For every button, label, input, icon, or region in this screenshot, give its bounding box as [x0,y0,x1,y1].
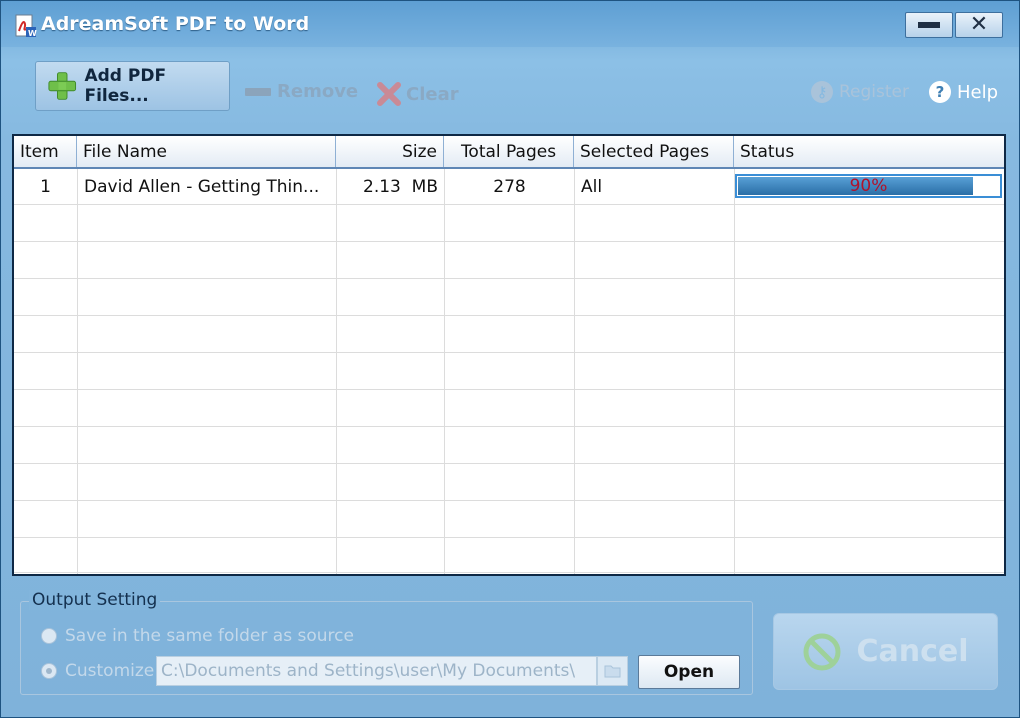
plus-icon [48,72,77,100]
progress-text: 90% [849,176,888,196]
column-header-item[interactable]: Item [14,136,77,167]
register-label: Register [839,82,909,102]
grid-line [14,426,1004,427]
cell-total-pages[interactable]: 278 [445,169,574,206]
column-header-selected-pages[interactable]: Selected Pages [574,136,734,167]
help-label: Help [957,81,999,103]
cell-size[interactable]: 2.13 MB [337,169,444,206]
status-progress-bar: 90% [735,174,1002,198]
register-button[interactable]: ⚷ Register [811,81,909,103]
title-bar[interactable]: W AdreamSoft PDF to Word ✕ [1,1,1019,47]
close-button[interactable]: ✕ [955,12,1003,38]
grid-line [77,169,78,574]
cancel-icon [803,633,841,670]
close-icon: ✕ [969,12,989,37]
add-pdf-files-button[interactable]: Add PDF Files... [35,61,230,111]
radio-customize-circle[interactable] [41,663,57,679]
grid-line [14,352,1004,353]
browse-folder-button[interactable] [597,656,628,686]
cell-file-name[interactable]: David Allen - Getting Thin... [78,169,336,206]
grid-line [14,463,1004,464]
folder-open-icon [604,665,620,678]
key-icon: ⚷ [811,81,833,103]
output-setting-legend: Output Setting [29,590,161,610]
help-icon: ? [929,81,951,103]
clear-x-icon [377,82,401,106]
output-path-input[interactable]: C:\Documents and Settings\user\My Docume… [156,656,597,686]
cancel-button[interactable]: Cancel [773,613,998,690]
grid-line [14,241,1004,242]
clear-button[interactable]: Clear [376,81,459,107]
help-button[interactable]: ? Help [929,81,998,103]
grid-line [14,500,1004,501]
cell-selected-pages[interactable]: All [575,169,734,206]
svg-text:W: W [28,29,37,38]
radio-same-folder-circle[interactable] [41,628,57,644]
grid-line [14,389,1004,390]
grid-line [574,169,575,574]
window-title: AdreamSoft PDF to Word [41,13,310,35]
remove-button[interactable]: Remove [245,81,358,102]
grid-line [734,169,735,574]
column-header-size[interactable]: Size [336,136,444,167]
radio-same-folder[interactable]: Save in the same folder as source [41,626,354,646]
grid-line [14,537,1004,538]
add-pdf-files-label: Add PDF Files... [84,66,167,106]
clear-label: Clear [406,83,459,105]
table-header: Item File Name Size Total Pages Selected… [14,136,1004,169]
app-window: W AdreamSoft PDF to Word ✕ Add PDF Files… [0,0,1020,718]
cancel-label: Cancel [856,634,969,669]
grid-line [14,278,1004,279]
column-header-total-pages[interactable]: Total Pages [444,136,574,167]
grid-line [336,169,337,574]
cell-item[interactable]: 1 [14,169,77,206]
pdf-app-icon: W [15,14,37,38]
minimize-button[interactable] [905,12,953,38]
minus-icon [245,87,271,96]
radio-customize[interactable]: Customize [41,661,154,681]
column-header-status[interactable]: Status [734,136,1004,167]
grid-line [14,315,1004,316]
radio-same-folder-label: Save in the same folder as source [65,626,354,646]
minimize-icon [918,22,940,28]
open-button[interactable]: Open [638,655,740,689]
file-table[interactable]: Item File Name Size Total Pages Selected… [12,134,1006,576]
grid-line [14,572,1004,573]
remove-label: Remove [277,81,359,102]
column-header-file-name[interactable]: File Name [77,136,336,167]
grid-line [444,169,445,574]
radio-customize-label: Customize [65,661,155,681]
